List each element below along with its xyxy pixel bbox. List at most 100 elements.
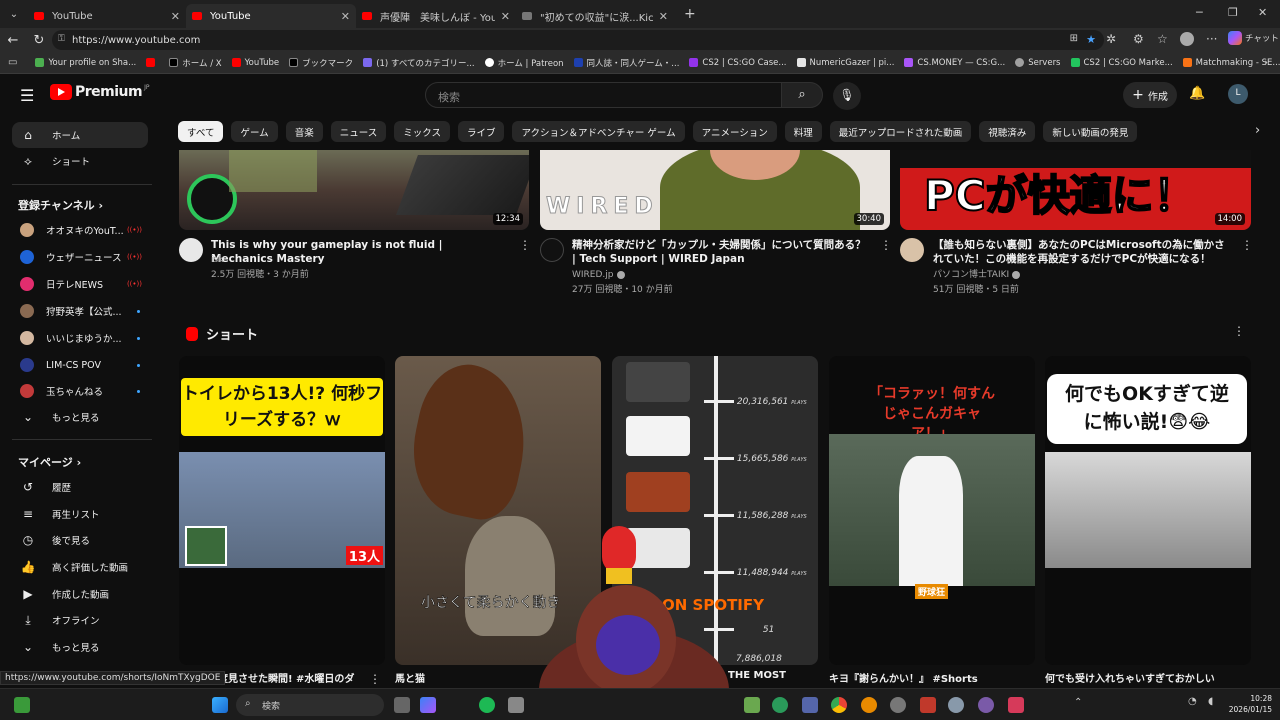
short-thumbnail[interactable]: トイレから13人!? 何秒フリーズする？ｗ 13人 <box>179 356 385 665</box>
back-icon[interactable]: ← <box>0 33 26 48</box>
channel-avatar[interactable] <box>540 238 564 262</box>
video-title[interactable]: This is why your gameplay is not fluid |… <box>211 238 507 266</box>
short-title[interactable]: キヨ『謝らんかい！』 #Shorts <box>829 670 1019 685</box>
chip[interactable]: ミックス <box>394 121 450 142</box>
close-tab-icon[interactable]: ✕ <box>501 10 510 23</box>
app-install-icon[interactable]: ⊞ <box>1070 33 1078 44</box>
more-menu-icon[interactable]: ··· <box>1206 32 1217 46</box>
account-avatar[interactable]: L <box>1228 84 1248 104</box>
chip[interactable]: 音楽 <box>285 121 323 142</box>
app-icon[interactable] <box>802 697 818 713</box>
browser-tab-3[interactable]: 声優陣 美味しんぼ - YouTube ✕ <box>356 4 516 28</box>
bookmark-item[interactable]: Servers <box>1015 58 1061 68</box>
sidebar-item-watch-later[interactable]: ◷ 後で見る <box>12 527 148 553</box>
bookmark-item[interactable]: CS2 | CS:GO Case... <box>689 58 787 68</box>
short-title[interactable]: THE MOST <box>728 670 808 681</box>
start-button-icon[interactable] <box>212 697 228 713</box>
create-button[interactable]: + 作成 <box>1123 82 1177 108</box>
app-icon[interactable] <box>1008 697 1024 713</box>
video-channel[interactable]: パソコン博士TAIKI <box>933 268 1021 282</box>
app-icon[interactable] <box>978 697 994 713</box>
app-icon[interactable] <box>744 697 760 713</box>
chip[interactable]: アニメーション <box>692 121 777 142</box>
short-menu-icon[interactable]: ⋮ <box>369 672 381 686</box>
close-tab-icon[interactable]: ✕ <box>171 10 180 23</box>
spotify-icon[interactable] <box>479 697 495 713</box>
short-title[interactable]: 何でも受け入れちゃいすぎておかしい <box>1045 670 1235 685</box>
chip[interactable]: 新しい動画の発見 <box>1043 121 1138 142</box>
sidebar-channel[interactable]: 狩野英孝【公式... <box>12 298 148 324</box>
short-title[interactable]: 馬と猫 <box>395 670 555 685</box>
chip[interactable]: ライブ <box>457 121 505 142</box>
bookmark-item[interactable]: YouTube <box>231 58 279 68</box>
browser-tab-1[interactable]: YouTube ✕ <box>28 4 186 28</box>
video-channel[interactable]: isk <box>211 253 223 267</box>
close-tab-icon[interactable]: ✕ <box>341 10 350 23</box>
video-menu-icon[interactable]: ⋮ <box>519 238 531 252</box>
sidebar-channel[interactable]: いいじまゆうか... <box>12 325 148 351</box>
sidebar-channel[interactable]: 日テレNEWS ((•)) <box>12 271 148 297</box>
short-thumbnail[interactable]: 「コラァッ！何すんじゃこんガキャア！」 野球狂 <box>829 356 1035 665</box>
video-thumbnail[interactable]: WIRED 30:40 <box>540 150 890 230</box>
chips-next-icon[interactable]: › <box>1255 123 1260 138</box>
channel-avatar[interactable] <box>900 238 924 262</box>
chip-all[interactable]: すべて <box>178 121 224 142</box>
chip[interactable]: 視聴済み <box>979 121 1036 142</box>
volume-icon[interactable]: ◖ <box>1208 696 1213 707</box>
shorts-menu-icon[interactable]: ⋮ <box>1233 324 1245 338</box>
sidebar-item-playlists[interactable]: ≡ 再生リスト <box>12 501 148 527</box>
video-title[interactable]: 精神分析家だけど「カップル・夫婦関係」について質問ある？ | Tech Supp… <box>572 238 872 266</box>
browser-tab-4[interactable]: "初めての収益"に涙...Kick（キック） ✕ <box>516 4 674 28</box>
app-icon[interactable] <box>772 697 788 713</box>
bookmark-item[interactable]: (1) すべてのカテゴリー... <box>363 57 475 69</box>
video-menu-icon[interactable]: ⋮ <box>880 238 892 252</box>
bookmark-item[interactable]: Your profile on Sha... <box>35 58 136 68</box>
search-button[interactable]: ⌕ <box>781 82 823 108</box>
sidebar-item-downloads[interactable]: ⤓ オフライン <box>12 607 148 633</box>
channel-avatar[interactable] <box>179 238 203 262</box>
taskbar-search[interactable]: ⌕ 検索 <box>236 694 384 716</box>
favorite-star-icon[interactable]: ★ <box>1086 33 1096 46</box>
sidebar-item-shorts[interactable]: ⟡ ショート <box>12 148 148 174</box>
task-view-icon[interactable] <box>394 697 410 713</box>
short-title[interactable]: 2度見させた瞬間! #水曜日のダ <box>211 670 361 685</box>
video-channel[interactable]: WIRED.jp <box>572 268 625 282</box>
chip[interactable]: 料理 <box>784 121 822 142</box>
bookmark-item[interactable] <box>146 58 159 67</box>
show-more-channels[interactable]: ⌄ もっと見る <box>12 404 148 430</box>
performance-icon[interactable]: ⚙ <box>1133 32 1144 46</box>
bookmark-item[interactable]: 同人誌・同人ゲーム・... <box>573 57 679 69</box>
close-window-icon[interactable]: ✕ <box>1258 6 1267 19</box>
collections-icon[interactable]: ▭ <box>8 57 17 68</box>
reload-icon[interactable]: ↻ <box>26 33 52 48</box>
app-icon[interactable] <box>890 697 906 713</box>
new-tab-button[interactable]: + <box>684 6 696 22</box>
voice-search-button[interactable]: 🎙 <box>833 82 861 110</box>
minimize-window-icon[interactable]: ─ <box>1196 6 1203 19</box>
favorites-icon[interactable]: ☆ <box>1157 32 1168 46</box>
app-icon[interactable] <box>861 697 877 713</box>
chrome-icon[interactable] <box>831 697 847 713</box>
video-thumbnail[interactable]: PCが快適に！ 14:00 <box>900 150 1251 230</box>
address-bar[interactable]: ⚿ https://www.youtube.com ★ ⊞ <box>52 30 1104 50</box>
show-more-you[interactable]: ⌄ もっと見る <box>12 634 148 660</box>
you-heading[interactable]: マイページ › <box>18 454 81 470</box>
chip[interactable]: ゲーム <box>231 121 278 142</box>
copilot-app-icon[interactable] <box>420 697 436 713</box>
chip[interactable]: アクション＆アドベンチャー ゲーム <box>512 121 685 142</box>
notifications-bell-icon[interactable]: 🔔 <box>1189 86 1205 101</box>
youtube-logo[interactable]: Premium JP <box>50 84 150 100</box>
bookmark-item[interactable]: ホーム | Patreon <box>484 57 564 69</box>
sidebar-channel[interactable]: 玉ちゃんねる <box>12 378 148 404</box>
hamburger-menu-icon[interactable]: ☰ <box>20 86 34 105</box>
bookmark-item[interactable]: ブックマーク <box>289 57 353 69</box>
sidebar-channel[interactable]: オオヌキのYouT... ((•)) <box>12 217 148 243</box>
chip[interactable]: ニュース <box>330 121 387 142</box>
copilot-button[interactable]: チャット <box>1228 31 1279 45</box>
settings-icon[interactable] <box>948 697 964 713</box>
sidebar-item-liked[interactable]: 👍 高く評価した動画 <box>12 554 148 580</box>
sidebar-item-home[interactable]: ⌂ ホーム <box>12 122 148 148</box>
sidebar-channel[interactable]: LIM-CS POV <box>12 352 148 378</box>
sidebar-channel[interactable]: ウェザーニュース ((•)) <box>12 244 148 270</box>
bookmark-item[interactable]: ホーム / X <box>169 57 222 69</box>
